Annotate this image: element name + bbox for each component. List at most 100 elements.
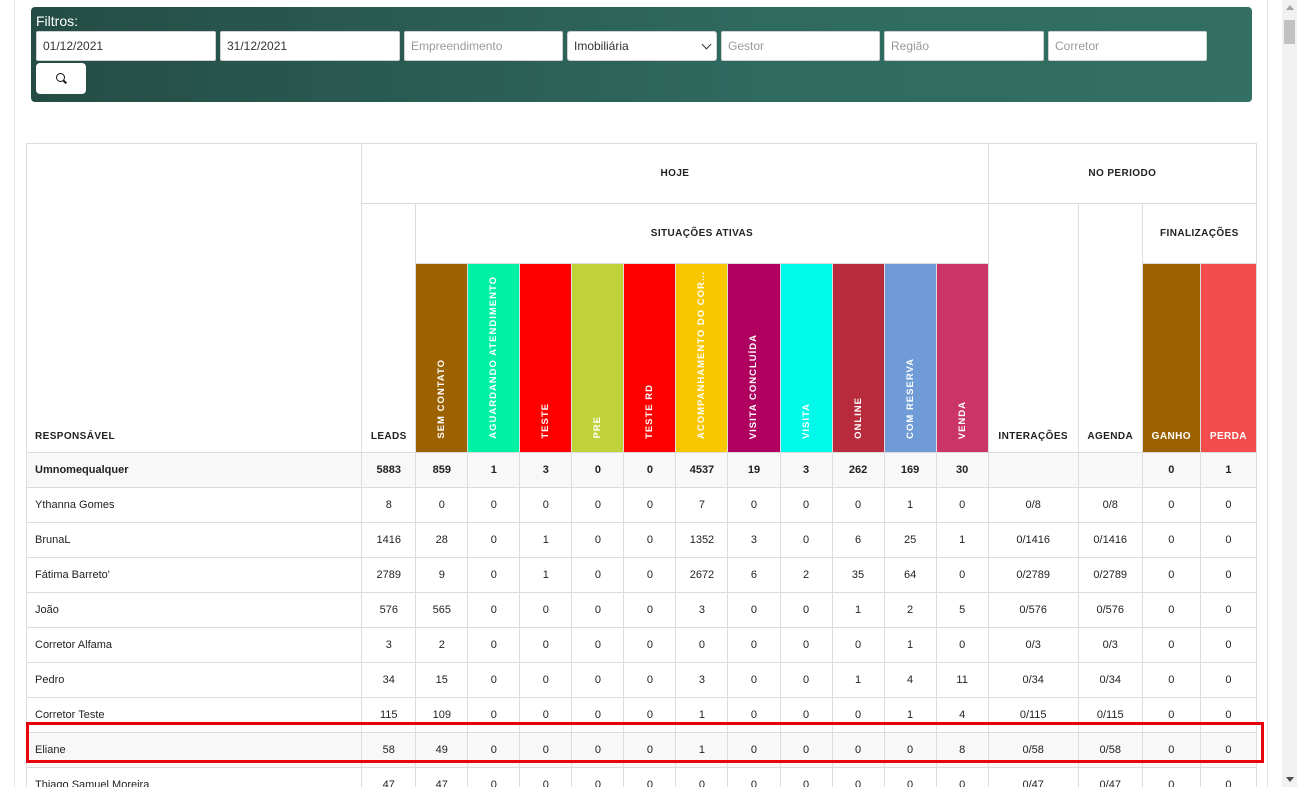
cell-agenda: 0/3 bbox=[1077, 627, 1143, 663]
cell-ganho: 0 bbox=[1141, 592, 1201, 628]
cell-status: 0 bbox=[415, 487, 469, 523]
cell-ganho: 0 bbox=[1141, 452, 1201, 488]
cell-status: 2 bbox=[415, 627, 469, 663]
chevron-down-icon bbox=[701, 39, 712, 49]
regiao-input[interactable] bbox=[884, 31, 1044, 61]
table-row[interactable]: Pedro 34 15 0 0 0 0 3 0 0 1 4 11 0/34 0/34 0 0 bbox=[25, 662, 1258, 698]
cell-status: 3 bbox=[779, 452, 833, 488]
imobiliaria-select[interactable]: Imobiliária bbox=[567, 31, 717, 61]
cell-status: 0 bbox=[883, 732, 937, 768]
cell-status: 0 bbox=[519, 732, 573, 768]
header-status-column: VENDA bbox=[935, 263, 989, 453]
header-agenda: AGENDA bbox=[1077, 203, 1143, 453]
empreendimento-input[interactable] bbox=[404, 31, 563, 61]
header-interacoes: INTERAÇÕES bbox=[987, 203, 1079, 453]
cell-status: 0 bbox=[779, 487, 833, 523]
cell-responsavel: BrunaL bbox=[25, 522, 363, 558]
search-button[interactable] bbox=[36, 63, 86, 94]
cell-status: 3 bbox=[519, 452, 573, 488]
cell-status: 0 bbox=[519, 767, 573, 787]
header-status-column: SEM CONTATO bbox=[415, 263, 469, 453]
cell-status: 0 bbox=[779, 662, 833, 698]
cell-status: 0 bbox=[831, 767, 885, 787]
header-status-column: VISITA bbox=[779, 263, 833, 453]
date-start-input[interactable] bbox=[36, 31, 216, 61]
cell-perda: 0 bbox=[1199, 522, 1258, 558]
header-perda: PERDA bbox=[1199, 263, 1258, 453]
filters-panel: Filtros: Imobiliária bbox=[31, 7, 1252, 102]
cell-status: 0 bbox=[519, 627, 573, 663]
cell-status: 0 bbox=[935, 767, 989, 787]
cell-perda: 0 bbox=[1199, 732, 1258, 768]
header-status-column: TESTE bbox=[519, 263, 573, 453]
cell-leads: 3 bbox=[361, 627, 417, 663]
cell-ganho: 0 bbox=[1141, 732, 1201, 768]
cell-status: 0 bbox=[519, 662, 573, 698]
table-row[interactable]: BrunaL 1416 28 0 1 0 0 1352 3 0 6 25 1 0/1416 0/1416 0 0 bbox=[25, 522, 1258, 558]
cell-interacoes: 0/576 bbox=[987, 592, 1079, 628]
cell-responsavel: Eliane bbox=[25, 732, 363, 768]
gestor-input[interactable] bbox=[721, 31, 880, 61]
header-status-column: ACOMPANHAMENTO DO CORRETOR bbox=[675, 263, 729, 453]
cell-status: 0 bbox=[779, 522, 833, 558]
cell-interacoes: 0/8 bbox=[987, 487, 1079, 523]
cell-status: 565 bbox=[415, 592, 469, 628]
cell-status: 0 bbox=[779, 732, 833, 768]
header-situacoes-ativas: SITUAÇÕES ATIVAS bbox=[415, 203, 989, 264]
scroll-up-icon[interactable] bbox=[1286, 5, 1294, 10]
cell-status: 25 bbox=[883, 522, 937, 558]
cell-perda: 0 bbox=[1199, 487, 1258, 523]
table-row[interactable]: Ythanna Gomes 8 0 0 0 0 0 7 0 0 0 1 0 0/8 0/8 0 0 bbox=[25, 487, 1258, 523]
table-row[interactable]: Corretor Teste 115 109 0 0 0 0 1 0 0 0 1 4 0/115 0/115… bbox=[25, 697, 1258, 733]
cell-status: 1 bbox=[831, 592, 885, 628]
table-row[interactable]: Corretor Alfama 3 2 0 0 0 0 0 0 0 0 1 0 0/3 0/3 0 0 bbox=[25, 627, 1258, 663]
cell-status: 0 bbox=[571, 732, 625, 768]
cell-leads: 47 bbox=[361, 767, 417, 787]
table-row[interactable]: Eliane 58 49 0 0 0 0 1 0 0 0 0 8 0/58 0/58 0 0 bbox=[25, 732, 1258, 768]
cell-responsavel: Corretor Teste bbox=[25, 697, 363, 733]
header-status-label: PRE bbox=[592, 416, 604, 439]
date-end-input[interactable] bbox=[220, 31, 400, 61]
scrollbar-thumb[interactable] bbox=[1284, 20, 1295, 44]
corretor-input[interactable] bbox=[1048, 31, 1207, 61]
cell-leads: 34 bbox=[361, 662, 417, 698]
header-status-column: PRE bbox=[571, 263, 625, 453]
cell-status: 0 bbox=[467, 662, 521, 698]
cell-status: 0 bbox=[571, 487, 625, 523]
cell-status: 859 bbox=[415, 452, 469, 488]
cell-status: 1 bbox=[675, 732, 729, 768]
scroll-down-icon[interactable] bbox=[1286, 777, 1294, 782]
cell-status: 64 bbox=[883, 557, 937, 593]
cell-status: 9 bbox=[415, 557, 469, 593]
cell-agenda: 0/115 bbox=[1077, 697, 1143, 733]
cell-status: 0 bbox=[727, 697, 781, 733]
vertical-scrollbar[interactable] bbox=[1282, 0, 1297, 787]
table-row[interactable]: Fátima Barreto' 2789 9 0 1 0 0 2672 6 2 35 64 0 0/278… bbox=[25, 557, 1258, 593]
cell-status: 0 bbox=[519, 697, 573, 733]
cell-status: 0 bbox=[831, 732, 885, 768]
table-row[interactable]: João 576 565 0 0 0 0 3 0 0 1 2 5 0/576 0/576 0 0 bbox=[25, 592, 1258, 628]
cell-leads: 576 bbox=[361, 592, 417, 628]
cell-status: 0 bbox=[831, 627, 885, 663]
cell-status: 0 bbox=[623, 767, 677, 787]
cell-status: 1 bbox=[519, 557, 573, 593]
cell-status: 30 bbox=[935, 452, 989, 488]
header-status-column: AGUARDANDO ATENDIMENTO bbox=[467, 263, 521, 453]
total-row[interactable]: Umnomequalquer 5883 859 1 3 0 0 4537 19 3 262 169 30… bbox=[25, 452, 1258, 488]
cell-status: 3 bbox=[727, 522, 781, 558]
cell-status: 2 bbox=[779, 557, 833, 593]
cell-status: 49 bbox=[415, 732, 469, 768]
cell-responsavel: Ythanna Gomes bbox=[25, 487, 363, 523]
page: Filtros: Imobiliária RESPONSÁVEL HOJE NO… bbox=[14, 0, 1268, 787]
cell-status: 6 bbox=[831, 522, 885, 558]
header-status-label: COM RESERVA bbox=[904, 358, 916, 439]
cell-status: 0 bbox=[571, 767, 625, 787]
cell-status: 0 bbox=[571, 452, 625, 488]
cell-leads: 5883 bbox=[361, 452, 417, 488]
cell-perda: 0 bbox=[1199, 697, 1258, 733]
table-row[interactable]: Thiago Samuel Moreira 47 47 0 0 0 0 0 0 0 0 0 0 0/47 0… bbox=[25, 767, 1258, 787]
cell-status: 11 bbox=[935, 662, 989, 698]
imobiliaria-select-value: Imobiliária bbox=[574, 39, 629, 53]
header-status-label: VISITA CONCLUÍDA bbox=[748, 333, 760, 439]
cell-status: 0 bbox=[675, 627, 729, 663]
